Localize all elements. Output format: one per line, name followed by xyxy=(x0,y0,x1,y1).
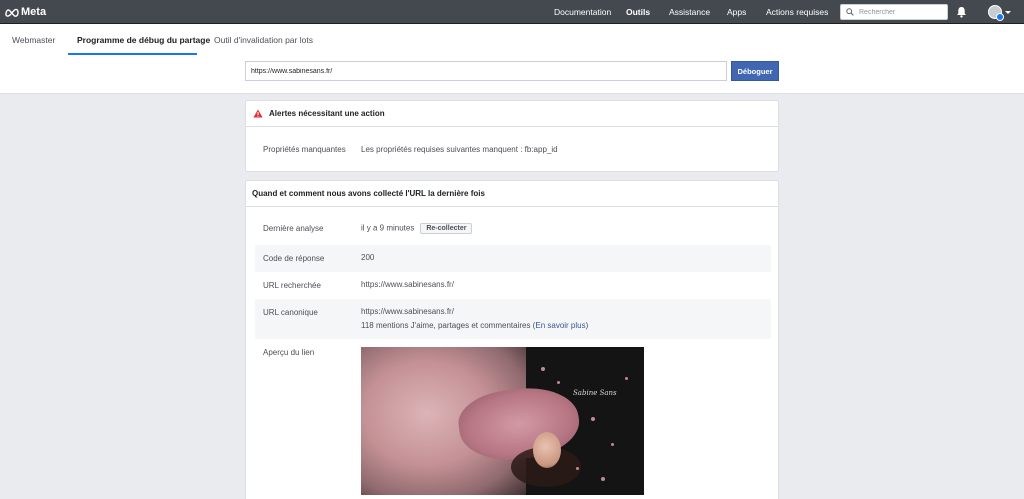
top-navigation-bar: Meta Documentation Outils Assistance App… xyxy=(0,0,1024,24)
fetched-url-label: URL recherchée xyxy=(263,281,321,290)
fetched-url-link[interactable]: https://www.sabinesans.fr/ xyxy=(361,280,454,289)
url-input[interactable] xyxy=(245,61,727,81)
notifications-bell-icon[interactable] xyxy=(956,6,967,18)
last-scraped-label: Dernière analyse xyxy=(263,224,324,233)
account-badge-icon xyxy=(996,13,1004,21)
debug-button[interactable]: Déboguer xyxy=(731,61,779,81)
alerts-header: Alertes nécessitant une action xyxy=(246,101,778,127)
tab-webmaster[interactable]: Webmaster xyxy=(12,35,55,45)
search-icon xyxy=(846,8,854,16)
blossom-dot xyxy=(611,443,614,446)
canonical-url-link[interactable]: https://www.sabinesans.fr/ xyxy=(361,307,454,316)
nav-documentation[interactable]: Documentation xyxy=(554,7,611,17)
fetched-url-row: URL recherchée https://www.sabinesans.fr… xyxy=(255,272,771,299)
warning-icon xyxy=(253,109,263,118)
missing-properties-value: Les propriétés requises suivantes manque… xyxy=(361,145,558,154)
blossom-dot xyxy=(576,467,579,470)
link-preview-label: Aperçu du lien xyxy=(263,348,315,357)
response-code-label: Code de réponse xyxy=(263,254,325,263)
blossom-dot xyxy=(557,381,560,384)
scrape-info-panel: Quand et comment nous avons collecté l'U… xyxy=(245,180,779,499)
preview-face-shape xyxy=(533,432,561,468)
search-input[interactable] xyxy=(859,8,945,16)
alerts-title: Alertes nécessitant une action xyxy=(269,109,385,118)
nav-apps[interactable]: Apps xyxy=(727,7,746,17)
blossom-dot xyxy=(591,417,595,421)
meta-infinity-icon xyxy=(5,8,19,17)
scrape-info-header: Quand et comment nous avons collecté l'U… xyxy=(246,181,778,207)
link-preview-image[interactable]: Sabine Sans xyxy=(361,347,644,495)
missing-properties-label: Propriétés manquantes xyxy=(263,145,346,154)
nav-outils[interactable]: Outils xyxy=(626,7,650,17)
rescrape-button[interactable]: Re-collecter xyxy=(420,223,473,234)
learn-more-link[interactable]: En savoir plus xyxy=(535,321,585,330)
blossom-dot xyxy=(625,377,628,380)
tab-sharing-debugger[interactable]: Programme de débug du partage xyxy=(77,35,210,45)
blossom-dot xyxy=(541,367,545,371)
account-menu-caret-icon[interactable] xyxy=(1005,11,1011,14)
blossom-dot xyxy=(601,477,605,481)
tool-header: Webmaster Programme de débug du partage … xyxy=(0,24,1024,94)
brand-name: Meta xyxy=(21,6,47,18)
mentions-text-group: 118 mentions J'aime, partages et comment… xyxy=(361,321,588,330)
search-box[interactable] xyxy=(840,4,948,20)
last-scraped-value: il y a 9 minutes xyxy=(361,223,415,233)
alerts-panel: Alertes nécessitant une action Propriété… xyxy=(245,100,779,172)
active-tab-indicator xyxy=(68,53,197,55)
canonical-url-row: URL canonique https://www.sabinesans.fr/… xyxy=(255,299,771,339)
tab-batch-invalidator[interactable]: Outil d'invalidation par lots xyxy=(214,35,313,45)
response-code-value: 200 xyxy=(361,253,375,262)
image-signature-text: Sabine Sans xyxy=(573,389,617,397)
mentions-count-text: 118 mentions J'aime, partages et comment… xyxy=(361,321,536,330)
canonical-url-label: URL canonique xyxy=(263,308,318,317)
response-code-row: Code de réponse 200 xyxy=(255,245,771,272)
nav-assistance[interactable]: Assistance xyxy=(669,7,710,17)
last-scraped-row: Dernière analyse il y a 9 minutes Re-coll… xyxy=(255,217,771,245)
meta-logo[interactable]: Meta xyxy=(5,5,46,19)
mentions-close-paren: ) xyxy=(585,321,589,330)
scrape-info-title: Quand et comment nous avons collecté l'U… xyxy=(252,189,485,198)
account-avatar[interactable] xyxy=(988,5,1004,21)
last-scraped-value-group: il y a 9 minutes Re-collecter xyxy=(361,223,473,234)
nav-actions-requises[interactable]: Actions requises xyxy=(766,7,828,17)
